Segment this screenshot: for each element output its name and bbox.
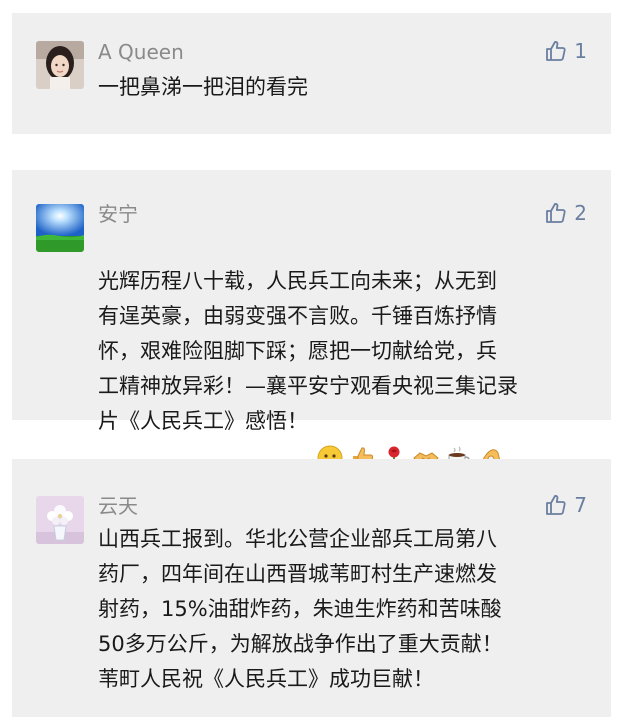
user-name[interactable]: 云天 xyxy=(98,492,138,520)
woman-portrait-avatar xyxy=(36,41,84,89)
like-button[interactable]: 2 xyxy=(544,199,587,227)
user-avatar[interactable] xyxy=(36,41,84,89)
user-avatar[interactable] xyxy=(36,204,84,252)
comment-text: 一把鼻涕一把泪的看完 xyxy=(98,75,308,99)
thumbs-up-icon xyxy=(546,41,566,61)
ok-hand-emoji xyxy=(476,409,504,470)
like-count: 1 xyxy=(574,39,587,63)
comment-text: 山西兵工报到。华北公营企业部兵工局第八 药厂，四年间在山西晋城苇町村生产速燃发 … xyxy=(98,527,503,691)
like-count: 2 xyxy=(574,201,587,225)
like-button[interactable]: 1 xyxy=(544,37,587,65)
comment-card: 云天 7 山西兵工报到。华北公营企业部兵工局第八 药厂，四年间在山西晋城苇町村生… xyxy=(12,459,611,717)
thumbs-up-icon xyxy=(546,495,566,515)
coffee-emoji xyxy=(444,409,472,470)
like-count: 7 xyxy=(574,493,587,517)
user-avatar[interactable] xyxy=(36,496,84,544)
blue-sky-grass-avatar xyxy=(36,204,84,252)
user-name[interactable]: 安宁 xyxy=(98,200,138,228)
comment-card: A Queen 1 一把鼻涕一把泪的看完 xyxy=(12,13,611,134)
rose-emoji xyxy=(380,409,408,470)
flower-vase-avatar xyxy=(36,496,84,544)
thumbs-up-icon xyxy=(546,203,566,223)
user-name[interactable]: A Queen xyxy=(98,38,184,66)
emoji-row xyxy=(316,409,504,471)
comment-card: 安宁 2 光辉历程八十载，人民兵工向未来；从无到 有逞英豪，由弱变强不言败。千锤… xyxy=(12,170,611,471)
handshake-emoji xyxy=(412,409,440,465)
comment-text: 光辉历程八十载，人民兵工向未来；从无到 有逞英豪，由弱变强不言败。千锤百炼抒情 … xyxy=(98,229,598,471)
smile-emoji xyxy=(316,409,344,471)
thumbs-up-emoji xyxy=(348,409,376,470)
like-button[interactable]: 7 xyxy=(544,491,587,519)
